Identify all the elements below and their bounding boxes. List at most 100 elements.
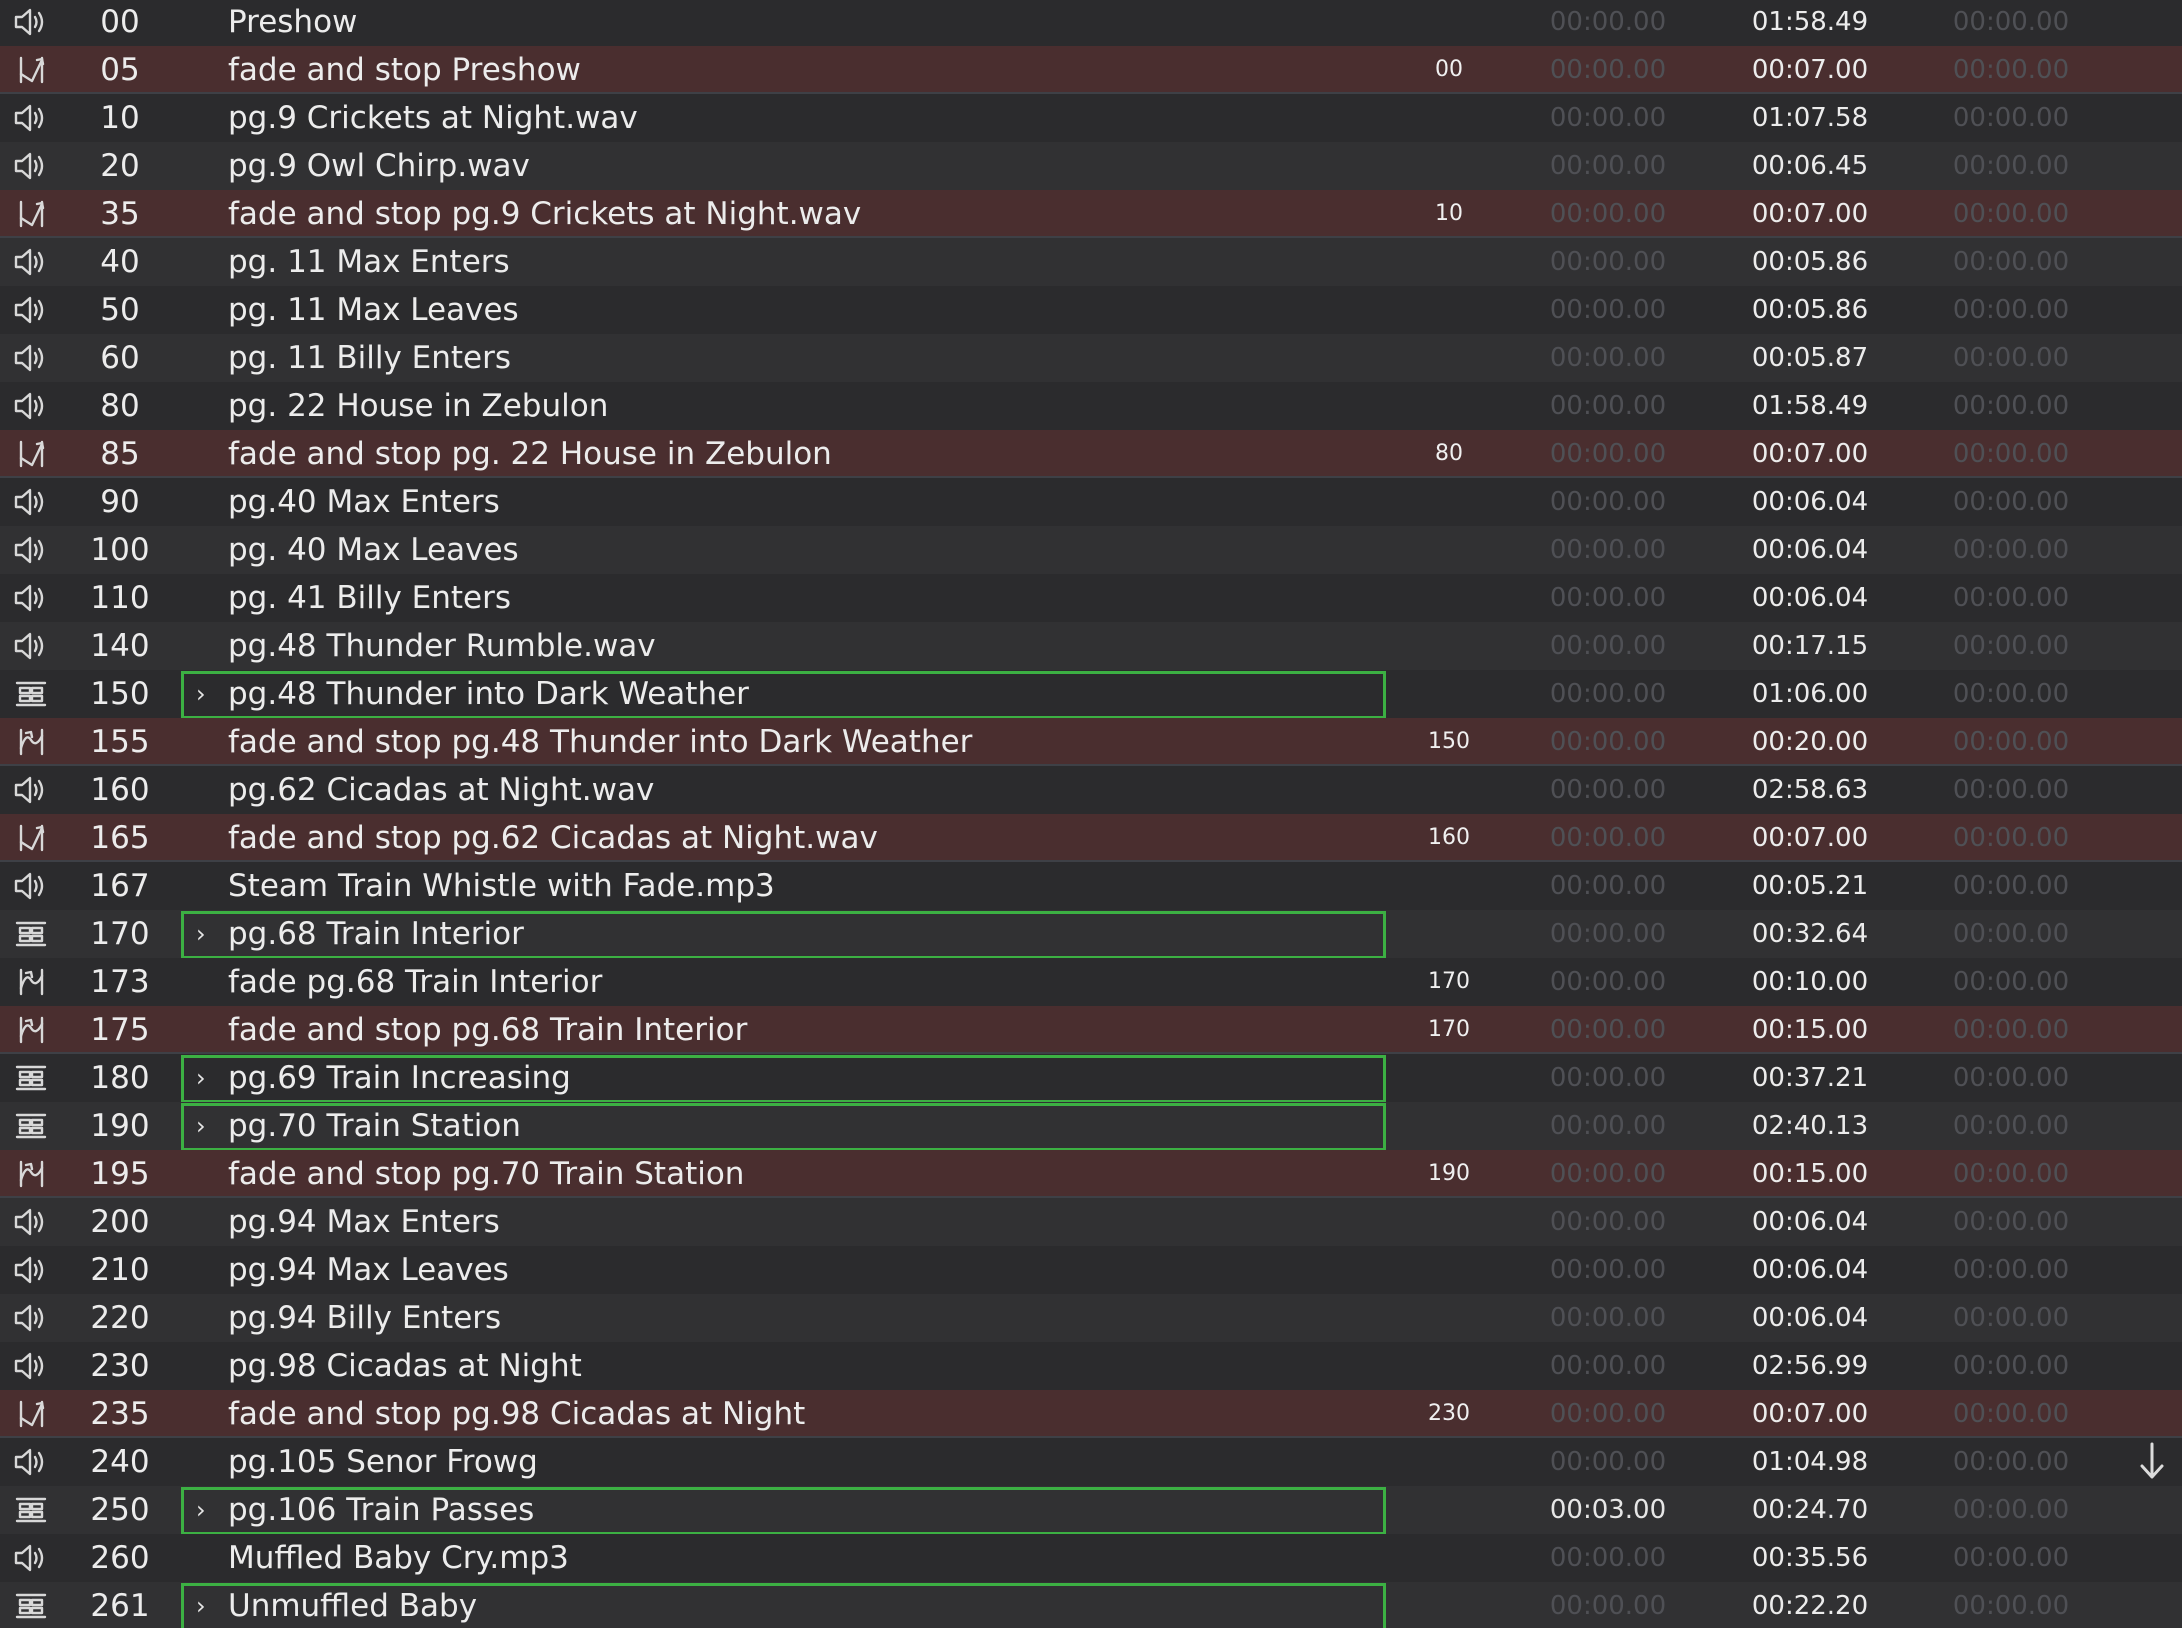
pre-wait[interactable]: 00:00.00 xyxy=(1523,478,1693,526)
cue-name[interactable]: pg.9 Owl Chirp.wav xyxy=(228,142,1378,190)
action-duration[interactable]: 00:15.00 xyxy=(1725,1006,1895,1054)
pre-wait[interactable]: 00:00.00 xyxy=(1523,94,1693,142)
action-duration[interactable]: 00:07.00 xyxy=(1725,1390,1895,1438)
cue-name[interactable]: fade and stop pg.68 Train Interior xyxy=(228,1006,1378,1054)
pre-wait[interactable]: 00:00.00 xyxy=(1523,142,1693,190)
action-duration[interactable]: 00:06.04 xyxy=(1725,526,1895,574)
pre-wait[interactable]: 00:00.00 xyxy=(1523,526,1693,574)
cue-row[interactable]: 140 pg.48 Thunder Rumble.wav 00:00.00 00:17… xyxy=(0,622,2182,670)
action-duration[interactable]: 01:06.00 xyxy=(1725,670,1895,718)
pre-wait[interactable]: 00:00.00 xyxy=(1523,334,1693,382)
chevron-right-icon[interactable]: › xyxy=(196,1582,218,1628)
action-duration[interactable]: 00:22.20 xyxy=(1725,1582,1895,1628)
action-duration[interactable]: 00:07.00 xyxy=(1725,814,1895,862)
post-wait[interactable]: 00:00.00 xyxy=(1926,142,2096,190)
cue-row[interactable]: 165 fade and stop pg.62 Cicadas at Night.… xyxy=(0,814,2182,862)
post-wait[interactable]: 00:00.00 xyxy=(1926,46,2096,94)
cue-row[interactable]: 20 pg.9 Owl Chirp.wav 00:00.00 00:06.45 00:0… xyxy=(0,142,2182,190)
post-wait[interactable]: 00:00.00 xyxy=(1926,1534,2096,1582)
cue-name[interactable]: pg.48 Thunder into Dark Weather xyxy=(228,670,1378,718)
cue-row[interactable]: 250 › pg.106 Train Passes 00:03.00 00:24.70 0… xyxy=(0,1486,2182,1535)
post-wait[interactable]: 00:00.00 xyxy=(1926,1342,2096,1390)
cue-name[interactable]: pg.94 Max Enters xyxy=(228,1198,1378,1246)
pre-wait[interactable]: 00:00.00 xyxy=(1523,190,1693,238)
cue-row[interactable]: 35 fade and stop pg.9 Crickets at Night.w… xyxy=(0,190,2182,238)
pre-wait[interactable]: 00:00.00 xyxy=(1523,382,1693,430)
pre-wait[interactable]: 00:00.00 xyxy=(1523,766,1693,814)
cue-row[interactable]: 160 pg.62 Cicadas at Night.wav 00:00.00 02:… xyxy=(0,766,2182,814)
cue-name[interactable]: Preshow xyxy=(228,0,1378,46)
pre-wait[interactable]: 00:00.00 xyxy=(1523,430,1693,478)
action-duration[interactable]: 01:04.98 xyxy=(1725,1438,1895,1486)
pre-wait[interactable]: 00:00.00 xyxy=(1523,1294,1693,1342)
cue-name[interactable]: fade and stop pg.98 Cicadas at Night xyxy=(228,1390,1378,1438)
post-wait[interactable]: 00:00.00 xyxy=(1926,1006,2096,1054)
action-duration[interactable]: 00:24.70 xyxy=(1725,1486,1895,1534)
action-duration[interactable]: 00:07.00 xyxy=(1725,46,1895,94)
pre-wait[interactable]: 00:00.00 xyxy=(1523,574,1693,622)
post-wait[interactable]: 00:00.00 xyxy=(1926,574,2096,622)
post-wait[interactable]: 00:00.00 xyxy=(1926,430,2096,478)
action-duration[interactable]: 01:07.58 xyxy=(1725,94,1895,142)
cue-name[interactable]: fade and stop Preshow xyxy=(228,46,1378,94)
chevron-right-icon[interactable]: › xyxy=(196,1486,218,1534)
pre-wait[interactable]: 00:00.00 xyxy=(1523,1342,1693,1390)
action-duration[interactable]: 01:58.49 xyxy=(1725,382,1895,430)
pre-wait[interactable]: 00:00.00 xyxy=(1523,1054,1693,1102)
pre-wait[interactable]: 00:03.00 xyxy=(1523,1486,1693,1534)
action-duration[interactable]: 00:05.86 xyxy=(1725,238,1895,286)
cue-row[interactable]: 261 › Unmuffled Baby 00:00.00 00:22.20 00:00.… xyxy=(0,1582,2182,1628)
cue-row[interactable]: 05 fade and stop Preshow 00 00:00.00 00:07.0… xyxy=(0,46,2182,94)
cue-row[interactable]: 110 pg. 41 Billy Enters 00:00.00 00:06.04 00… xyxy=(0,574,2182,622)
chevron-right-icon[interactable]: › xyxy=(196,1102,218,1150)
pre-wait[interactable]: 00:00.00 xyxy=(1523,718,1693,766)
post-wait[interactable]: 00:00.00 xyxy=(1926,526,2096,574)
cue-row[interactable]: 240 pg.105 Senor Frowg 00:00.00 01:04.98 00:… xyxy=(0,1438,2182,1486)
cue-name[interactable]: pg.70 Train Station xyxy=(228,1102,1378,1150)
cue-name[interactable]: pg.69 Train Increasing xyxy=(228,1054,1378,1102)
cue-row[interactable]: 80 pg. 22 House in Zebulon 00:00.00 01:58.4… xyxy=(0,382,2182,430)
action-duration[interactable]: 00:05.21 xyxy=(1725,862,1895,910)
arrow-down-icon[interactable] xyxy=(2134,1440,2170,1482)
pre-wait[interactable]: 00:00.00 xyxy=(1523,238,1693,286)
pre-wait[interactable]: 00:00.00 xyxy=(1523,0,1693,46)
cue-row[interactable]: 60 pg. 11 Billy Enters 00:00.00 00:05.87 00:… xyxy=(0,334,2182,382)
pre-wait[interactable]: 00:00.00 xyxy=(1523,1534,1693,1582)
post-wait[interactable]: 00:00.00 xyxy=(1926,1054,2096,1102)
cue-row[interactable]: 220 pg.94 Billy Enters 00:00.00 00:06.04 00:… xyxy=(0,1294,2182,1342)
cue-row[interactable]: 195 fade and stop pg.70 Train Station 190 0… xyxy=(0,1150,2182,1198)
action-duration[interactable]: 00:07.00 xyxy=(1725,430,1895,478)
pre-wait[interactable]: 00:00.00 xyxy=(1523,1582,1693,1628)
cue-name[interactable]: fade and stop pg.70 Train Station xyxy=(228,1150,1378,1198)
action-duration[interactable]: 00:05.87 xyxy=(1725,334,1895,382)
action-duration[interactable]: 00:37.21 xyxy=(1725,1054,1895,1102)
action-duration[interactable]: 00:06.04 xyxy=(1725,478,1895,526)
cue-name[interactable]: pg. 11 Billy Enters xyxy=(228,334,1378,382)
chevron-right-icon[interactable]: › xyxy=(196,910,218,958)
cue-row[interactable]: 155 fade and stop pg.48 Thunder into Dark… xyxy=(0,718,2182,766)
cue-row[interactable]: 00 Preshow 00:00.00 01:58.49 00:00.00 xyxy=(0,0,2182,46)
post-wait[interactable]: 00:00.00 xyxy=(1926,1102,2096,1150)
post-wait[interactable]: 00:00.00 xyxy=(1926,94,2096,142)
pre-wait[interactable]: 00:00.00 xyxy=(1523,910,1693,958)
action-duration[interactable]: 02:56.99 xyxy=(1725,1342,1895,1390)
cue-name[interactable]: pg. 41 Billy Enters xyxy=(228,574,1378,622)
cue-name[interactable]: pg.98 Cicadas at Night xyxy=(228,1342,1378,1390)
post-wait[interactable]: 00:00.00 xyxy=(1926,1390,2096,1438)
action-duration[interactable]: 02:58.63 xyxy=(1725,766,1895,814)
post-wait[interactable]: 00:00.00 xyxy=(1926,1294,2096,1342)
pre-wait[interactable]: 00:00.00 xyxy=(1523,46,1693,94)
post-wait[interactable]: 00:00.00 xyxy=(1926,670,2096,718)
post-wait[interactable]: 00:00.00 xyxy=(1926,334,2096,382)
cue-row[interactable]: 167 Steam Train Whistle with Fade.mp3 00:0… xyxy=(0,862,2182,910)
cue-row[interactable]: 40 pg. 11 Max Enters 00:00.00 00:05.86 00:00… xyxy=(0,238,2182,286)
pre-wait[interactable]: 00:00.00 xyxy=(1523,1438,1693,1486)
chevron-right-icon[interactable]: › xyxy=(196,670,218,718)
pre-wait[interactable]: 00:00.00 xyxy=(1523,1246,1693,1294)
action-duration[interactable]: 00:17.15 xyxy=(1725,622,1895,670)
cue-name[interactable]: fade and stop pg.48 Thunder into Dark We… xyxy=(228,718,1378,766)
cue-name[interactable]: pg. 11 Max Leaves xyxy=(228,286,1378,334)
post-wait[interactable]: 00:00.00 xyxy=(1926,286,2096,334)
cue-name[interactable]: pg.48 Thunder Rumble.wav xyxy=(228,622,1378,670)
post-wait[interactable]: 00:00.00 xyxy=(1926,766,2096,814)
